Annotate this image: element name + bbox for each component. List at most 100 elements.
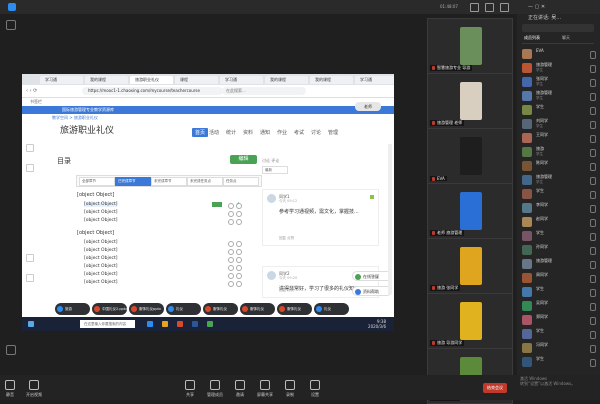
browser-scrollbar[interactable] <box>388 144 392 294</box>
chapter-item[interactable]: [object Object] <box>84 248 117 253</box>
taskbar-browser-icon[interactable] <box>207 321 213 327</box>
participant-row[interactable]: 旅游管理 学生 <box>520 173 598 187</box>
participant-row[interactable]: 旅游 学生 <box>520 145 598 159</box>
post-actions[interactable]: 回复 点赞 <box>279 236 294 241</box>
browser-tab[interactable]: 旅游职业礼仪 <box>130 76 173 84</box>
nav-tab[interactable]: 讨论 <box>311 129 321 136</box>
browser-tab[interactable]: 我的课程 <box>265 76 308 84</box>
edit-button[interactable]: 编辑 <box>230 155 257 164</box>
filter-chip[interactable]: 全部章节 <box>79 177 115 186</box>
chapter-item[interactable]: [object Object] <box>77 230 114 236</box>
participant-row[interactable]: 王同学 <box>520 131 598 145</box>
nav-arrows-icon[interactable]: ‹ › ⟳ <box>26 88 37 94</box>
app-bubble[interactable]: 服饰礼仪 <box>277 303 312 315</box>
video-tile[interactable]: 旅游 导游同学 <box>427 293 513 349</box>
toolbar-button[interactable]: 设置 <box>300 380 330 398</box>
home-icon[interactable] <box>26 144 34 152</box>
app-bubble[interactable]: 礼仪 <box>314 303 349 315</box>
taskbar-powerpoint-icon[interactable] <box>177 321 183 327</box>
participant-row[interactable]: 郑同学 <box>520 313 598 327</box>
settings-icon[interactable] <box>26 274 34 282</box>
filter-chip[interactable]: 任务点 <box>223 177 259 186</box>
app-bubble[interactable]: 中国礼仪2.pptx <box>92 303 127 315</box>
video-tile[interactable]: EVA <box>427 128 513 184</box>
chapter-item[interactable]: [object Object] <box>84 280 117 285</box>
filter-chip[interactable]: 已完成章节 <box>115 177 151 186</box>
user-icon[interactable] <box>6 20 16 30</box>
participant-row[interactable]: 旅游管理 学生 <box>520 89 598 103</box>
participant-search-input[interactable] <box>522 24 594 32</box>
video-tile[interactable]: 智慧旅游专业 导游 <box>427 18 513 74</box>
browser-tab[interactable]: 我的课程 <box>310 76 353 84</box>
video-tile[interactable]: 老师 旅游管理 <box>427 183 513 239</box>
participant-row[interactable]: 赵同学 <box>520 215 598 229</box>
fullscreen-icon[interactable] <box>485 3 494 12</box>
chapter-item[interactable]: [object Object] <box>84 240 117 245</box>
browser-tab[interactable]: 学习通 <box>355 76 394 84</box>
video-tile[interactable]: 旅游管理 老师 <box>427 73 513 129</box>
participant-row[interactable]: 学生 <box>520 187 598 201</box>
taskbar-word-icon[interactable] <box>192 321 198 327</box>
participant-row[interactable]: 吴同学 <box>520 299 598 313</box>
breadcrumb[interactable]: 教学空间 > 旅游职业礼仪 <box>52 115 98 121</box>
app-bubble[interactable]: 服饰礼仪 <box>240 303 275 315</box>
browser-tab[interactable]: 学习通 <box>40 76 83 84</box>
nav-tab[interactable]: 首页 <box>192 128 209 137</box>
participant-row[interactable]: 学生 <box>520 229 598 243</box>
nav-tab[interactable]: 通知 <box>260 129 270 136</box>
chapter-item[interactable]: [object Object] <box>84 210 117 215</box>
participant-row[interactable]: 旅游管理 学生 <box>520 61 598 75</box>
participant-row[interactable]: EVA <box>520 47 598 61</box>
browser-search-input[interactable]: 在此搜索... <box>222 87 306 95</box>
nav-tab[interactable]: 管理 <box>328 129 338 136</box>
participant-row[interactable]: 旅游管理 <box>520 257 598 271</box>
filter-chip[interactable]: 未完成任务点 <box>187 177 223 186</box>
url-input[interactable]: https://mooc1-1.chaoxing.com/mycourse/te… <box>82 87 223 95</box>
participant-row[interactable]: 学生 <box>520 103 598 117</box>
participant-row[interactable]: 学生 <box>520 355 598 369</box>
nav-tab[interactable]: 考试 <box>294 129 304 136</box>
plus-icon[interactable] <box>26 254 34 262</box>
participant-row[interactable]: 学生 <box>520 327 598 341</box>
taskbar-search-input[interactable]: 在这里输入你要搜索的内容 <box>80 320 135 328</box>
app-bubble[interactable]: 服饰礼仪 <box>203 303 238 315</box>
chapter-item[interactable]: [object Object] <box>84 218 117 223</box>
participant-row[interactable]: 学生 <box>520 285 598 299</box>
participant-row[interactable]: 周同学 <box>520 271 598 285</box>
app-bubble[interactable]: 旅游 <box>55 303 90 315</box>
video-tile[interactable]: 旅游 张同学 <box>427 238 513 294</box>
video-button[interactable]: 开启视频 <box>14 380 54 398</box>
post-actions[interactable]: 回复 点赞 <box>279 288 294 293</box>
browser-tab[interactable]: 我的课程 <box>85 76 128 84</box>
online-qa-button[interactable]: 在线答疑 <box>352 271 392 281</box>
discussion-sort-select[interactable]: 最新 <box>262 166 288 174</box>
app-bubble[interactable]: 礼仪 <box>166 303 201 315</box>
more-icon[interactable] <box>500 3 509 12</box>
participant-row[interactable]: 刘同学 学生 <box>520 117 598 131</box>
taskbar-folder-icon[interactable] <box>162 321 168 327</box>
chapter-item[interactable]: [object Object] <box>84 256 117 261</box>
nav-tab[interactable]: 活动 <box>209 129 219 136</box>
participant-row[interactable]: 冯同学 <box>520 341 598 355</box>
windows-start-icon[interactable] <box>28 321 34 327</box>
participant-row[interactable]: 李同学 <box>520 201 598 215</box>
nav-tab[interactable]: 统计 <box>226 129 236 136</box>
nav-tab[interactable]: 作业 <box>277 129 287 136</box>
taskbar-app-icon[interactable] <box>147 321 153 327</box>
chapter-item[interactable]: [object Object] <box>84 264 117 269</box>
screen-share-icon[interactable] <box>6 345 16 355</box>
chapter-item[interactable]: [object Object] <box>77 192 114 198</box>
list-icon[interactable] <box>26 164 34 172</box>
tab-members[interactable]: 成员列表 <box>524 35 540 41</box>
window-controls[interactable]: — ▢ ✕ <box>528 4 545 10</box>
participant-row[interactable]: 孙同学 <box>520 243 598 257</box>
nav-tab[interactable]: 资料 <box>243 129 253 136</box>
participant-row[interactable]: 陈同学 <box>520 159 598 173</box>
help-button[interactable]: 资料帮助 <box>352 286 392 296</box>
grid-view-icon[interactable] <box>470 3 479 12</box>
app-bubble[interactable]: 服饰礼仪pptx <box>129 303 164 315</box>
tab-chat[interactable]: 聊天 <box>562 35 570 41</box>
browser-tab[interactable]: 学习通 <box>220 76 263 84</box>
browser-tab[interactable]: 课程 <box>175 76 218 84</box>
filter-chip[interactable]: 未完成章节 <box>151 177 187 186</box>
